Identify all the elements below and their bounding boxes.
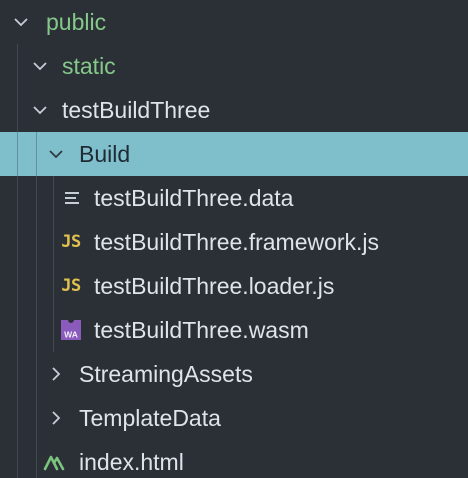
chevron-down-icon[interactable] xyxy=(10,0,32,44)
js-icon-text: JS xyxy=(61,232,81,252)
indent-guide xyxy=(17,396,18,440)
indent-guide xyxy=(53,176,54,220)
indent-guide xyxy=(17,132,18,176)
lines-icon xyxy=(59,176,85,220)
tree-item-label: testBuildThree.framework.js xyxy=(94,228,380,255)
chevron-down-icon[interactable] xyxy=(29,44,51,88)
tree-item-public-folder[interactable]: public xyxy=(0,0,468,44)
tree-item-label: testBuildThree.loader.js xyxy=(94,272,335,299)
indent-guide xyxy=(17,308,18,352)
chevron-right-icon[interactable] xyxy=(45,396,67,440)
nuxt-logo-icon xyxy=(41,440,67,478)
tree-item-label: public xyxy=(46,8,107,35)
tree-item-label: testBuildThree xyxy=(62,96,211,123)
indent-guide xyxy=(36,264,37,308)
indent-guide xyxy=(53,264,54,308)
tree-item-label: StreamingAssets xyxy=(79,360,253,387)
indent-guide xyxy=(53,308,54,352)
js-icon: JS xyxy=(58,264,84,308)
indent-guide xyxy=(36,132,37,176)
tree-item-loader-js-file[interactable]: JS testBuildThree.loader.js xyxy=(0,264,468,308)
tree-item-build-folder[interactable]: Build xyxy=(0,132,468,176)
tree-item-label: static xyxy=(62,52,116,79)
tree-item-label: Build xyxy=(79,140,131,167)
tree-item-testbuildthree-folder[interactable]: testBuildThree xyxy=(0,88,468,132)
tree-item-label: testBuildThree.data xyxy=(94,184,294,211)
indent-guide xyxy=(17,440,18,478)
indent-guide xyxy=(17,352,18,396)
wasm-icon: WA xyxy=(58,308,84,352)
tree-item-streamingassets-folder[interactable]: StreamingAssets xyxy=(0,352,468,396)
file-explorer-tree: public static testBuildThree Build testB… xyxy=(0,0,468,478)
wasm-icon-text: WA xyxy=(64,330,78,340)
tree-item-framework-js-file[interactable]: JS testBuildThree.framework.js xyxy=(0,220,468,264)
indent-guide xyxy=(17,176,18,220)
chevron-down-icon[interactable] xyxy=(29,88,51,132)
indent-guide xyxy=(36,440,37,478)
indent-guide xyxy=(36,308,37,352)
tree-item-label: index.html xyxy=(79,448,184,475)
tree-item-label: TemplateData xyxy=(79,404,221,431)
indent-guide xyxy=(36,176,37,220)
indent-guide xyxy=(17,264,18,308)
indent-guide xyxy=(36,396,37,440)
chevron-down-icon[interactable] xyxy=(45,132,67,176)
indent-guide xyxy=(17,220,18,264)
js-icon-text: JS xyxy=(61,276,81,296)
indent-guide xyxy=(17,44,18,88)
js-icon: JS xyxy=(58,220,84,264)
indent-guide xyxy=(36,352,37,396)
tree-item-templatedata-folder[interactable]: TemplateData xyxy=(0,396,468,440)
tree-item-label: testBuildThree.wasm xyxy=(94,316,309,343)
tree-item-wasm-file[interactable]: WA testBuildThree.wasm xyxy=(0,308,468,352)
indent-guide xyxy=(36,220,37,264)
tree-item-data-file[interactable]: testBuildThree.data xyxy=(0,176,468,220)
chevron-right-icon[interactable] xyxy=(45,352,67,396)
tree-item-static-folder[interactable]: static xyxy=(0,44,468,88)
indent-guide xyxy=(17,88,18,132)
indent-guide xyxy=(53,220,54,264)
tree-item-index-html-file[interactable]: index.html xyxy=(0,440,468,478)
